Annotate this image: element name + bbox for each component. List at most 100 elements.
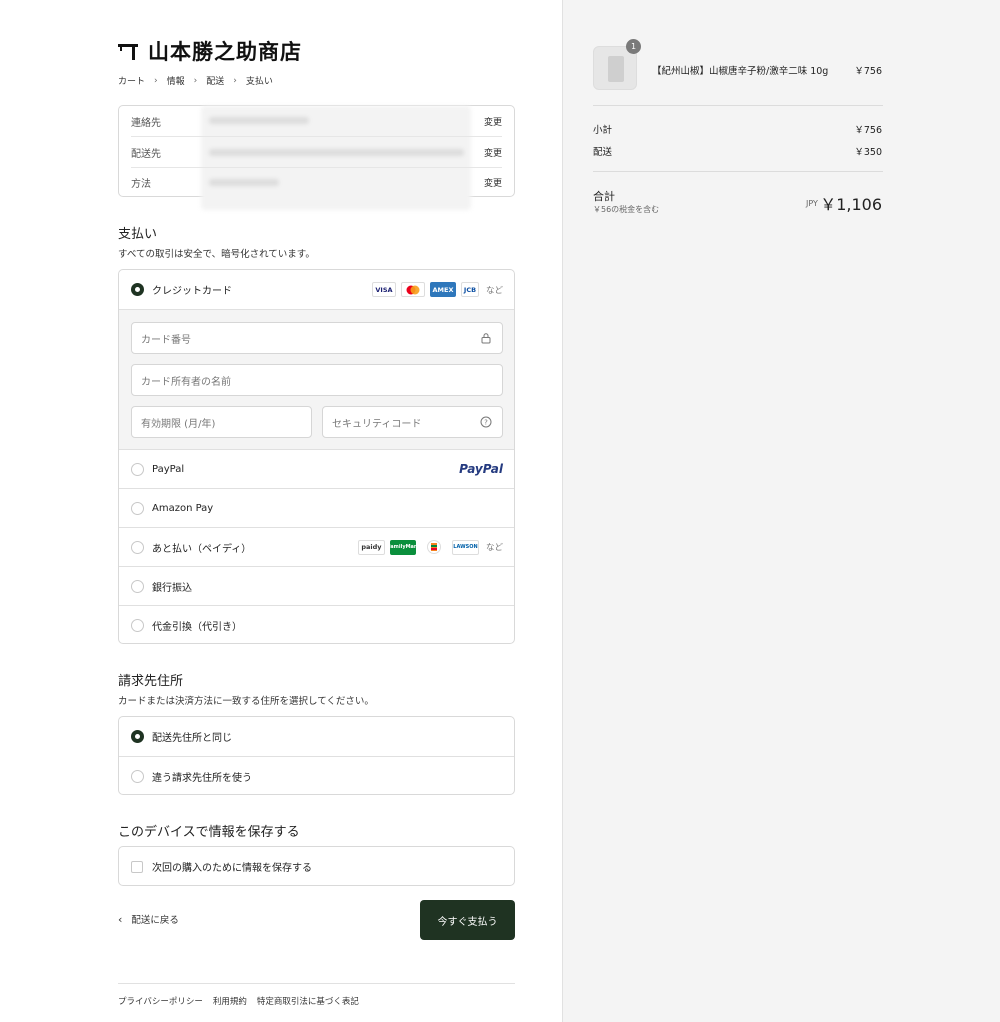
etc-text: など: [485, 285, 503, 296]
footer-divider: [118, 983, 515, 984]
jcb-icon: JCB: [460, 282, 479, 297]
credit-card-label: クレジットカード: [152, 286, 232, 297]
paypal-logo-text: PayPal: [459, 462, 503, 476]
billing-option-different[interactable]: 違う請求先住所を使う: [119, 756, 514, 795]
card-name-field[interactable]: カード所有者の名前: [131, 364, 503, 396]
radio-icon[interactable]: [131, 618, 144, 632]
lock-icon: [481, 333, 491, 344]
shipping-value: ￥350: [854, 147, 882, 158]
bank-transfer-label: 銀行振込: [152, 582, 192, 594]
save-info-option[interactable]: 次回の購入のために情報を保存する: [119, 847, 514, 886]
logo-mark-icon: [118, 41, 140, 61]
quantity-badge: 1: [626, 39, 641, 54]
shipping-label: 配送: [593, 147, 613, 158]
radio-selected-icon[interactable]: [131, 283, 144, 296]
payment-option-paidy[interactable]: あと払い（ペイディ） paidy FamilyMart LAWSON など: [119, 527, 514, 566]
radio-selected-icon[interactable]: [131, 730, 144, 743]
store-logo[interactable]: 山本勝之助商店: [118, 38, 302, 64]
svg-text:?: ?: [484, 419, 488, 427]
review-label: 方法: [131, 178, 151, 190]
payment-option-credit-card[interactable]: クレジットカード VISA AMEX JCB など: [119, 270, 514, 309]
etc-text: など: [485, 543, 503, 553]
save-info-title: このデバイスで情報を保存する: [118, 825, 300, 840]
billing-same-label: 配送先住所と同じ: [152, 733, 232, 744]
amazon-pay-label: Amazon Pay: [152, 502, 214, 514]
payment-option-bank-transfer[interactable]: 銀行振込: [119, 566, 514, 605]
footer-links: プライバシーポリシー 利用規約 特定商取引法に基づく表記: [118, 995, 359, 1007]
paidy-icon: paidy: [357, 539, 385, 555]
total-label: 合計: [593, 190, 615, 203]
terms-link[interactable]: 利用規約: [213, 995, 247, 1007]
card-name-placeholder: カード所有者の名前: [141, 376, 231, 388]
seven-eleven-icon: [420, 539, 447, 555]
security-code-field[interactable]: セキュリティコード ?: [322, 406, 503, 438]
order-summary: 1 【紀州山椒】山椒唐辛子粉/激辛二味 10g ￥756 小計 ￥756 配送 …: [562, 0, 1000, 1022]
billing-different-label: 違う請求先住所を使う: [152, 772, 252, 784]
divider: [593, 105, 883, 106]
breadcrumb-payment: 支払い: [245, 77, 273, 87]
lawson-icon: LAWSON: [451, 539, 479, 555]
privacy-policy-link[interactable]: プライバシーポリシー: [118, 995, 203, 1007]
review-label: 連絡先: [131, 117, 161, 129]
familymart-icon: FamilyMart: [387, 539, 419, 555]
radio-icon[interactable]: [131, 769, 144, 783]
expiry-placeholder: 有効期限 (月/年): [141, 418, 216, 430]
subtotal-value: ￥756: [854, 125, 882, 136]
payment-subtitle: すべての取引は安全で、暗号化されています。: [118, 249, 315, 260]
billing-title: 請求先住所: [118, 674, 184, 689]
change-contact-link[interactable]: 変更: [484, 115, 502, 128]
breadcrumb-shipping[interactable]: 配送: [206, 74, 224, 87]
chevron-left-icon: ‹: [118, 912, 123, 926]
help-icon[interactable]: ?: [480, 416, 492, 428]
radio-icon[interactable]: [131, 462, 144, 476]
chevron-right-icon: ›: [154, 75, 158, 86]
back-label: 配送に戻る: [131, 915, 179, 926]
card-brands: VISA AMEX JCB など: [371, 282, 503, 297]
amex-icon: AMEX: [429, 282, 456, 297]
pay-now-button[interactable]: 今すぐ支払う: [420, 900, 515, 940]
product-name: 【紀州山椒】山椒唐辛子粉/激辛二味 10g: [652, 66, 829, 77]
billing-option-same[interactable]: 配送先住所と同じ: [119, 717, 514, 756]
review-label: 配送先: [131, 148, 161, 160]
legal-notice-link[interactable]: 特定商取引法に基づく表記: [257, 995, 359, 1007]
paidy-label: あと払い（ペイディ）: [152, 543, 252, 555]
change-shipto-link[interactable]: 変更: [484, 146, 502, 159]
review-row-shipto: 配送先 変更: [131, 137, 502, 167]
back-to-shipping-link[interactable]: ‹ 配送に戻る: [118, 912, 179, 927]
paidy-brands: paidy FamilyMart LAWSON など: [357, 539, 503, 555]
save-info-box: 次回の購入のために情報を保存する: [118, 846, 515, 886]
checkbox-icon[interactable]: [131, 860, 143, 873]
product-price: ￥756: [854, 66, 882, 77]
payment-title: 支払い: [118, 227, 158, 242]
divider: [593, 171, 883, 172]
breadcrumb: カート › 情報 › 配送 › 支払い: [118, 74, 273, 88]
payment-option-cod[interactable]: 代金引換（代引き）: [119, 605, 514, 643]
radio-icon[interactable]: [131, 579, 144, 593]
visa-icon: VISA: [371, 282, 396, 297]
billing-subtitle: カードまたは決済方法に一致する住所を選択してください。: [118, 696, 374, 707]
card-number-field[interactable]: カード番号: [131, 322, 503, 354]
paypal-label: PayPal: [152, 463, 185, 475]
expiry-field[interactable]: 有効期限 (月/年): [131, 406, 312, 438]
cod-label: 代金引換（代引き）: [152, 621, 242, 633]
radio-icon[interactable]: [131, 540, 144, 554]
review-box: 連絡先 変更 配送先 変更 方法 変更: [118, 105, 515, 210]
change-method-link[interactable]: 変更: [484, 176, 502, 189]
checkout-main: 山本勝之助商店 カート › 情報 › 配送 › 支払い 連絡先 変更 配送先 変…: [0, 0, 562, 1022]
tax-note: ￥56の税金を含む: [593, 205, 660, 214]
subtotal-label: 小計: [593, 125, 613, 136]
currency-code: JPY: [806, 199, 818, 208]
payment-option-paypal[interactable]: PayPal PayPal: [119, 449, 514, 488]
card-number-placeholder: カード番号: [141, 334, 191, 346]
breadcrumb-info[interactable]: 情報: [167, 74, 185, 87]
card-form: カード番号 カード所有者の名前 有効期限 (月/年) セキュリティコード ?: [119, 309, 514, 449]
review-row-method: 方法 変更: [131, 167, 502, 197]
radio-icon[interactable]: [131, 501, 144, 515]
billing-options: 配送先住所と同じ 違う請求先住所を使う: [118, 716, 515, 795]
review-row-contact: 連絡先 変更: [131, 106, 502, 136]
security-placeholder: セキュリティコード: [332, 418, 422, 430]
save-info-label: 次回の購入のために情報を保存する: [152, 863, 312, 874]
payment-option-amazon-pay[interactable]: Amazon Pay: [119, 488, 514, 527]
mastercard-icon: [400, 282, 425, 297]
breadcrumb-cart[interactable]: カート: [118, 74, 145, 87]
